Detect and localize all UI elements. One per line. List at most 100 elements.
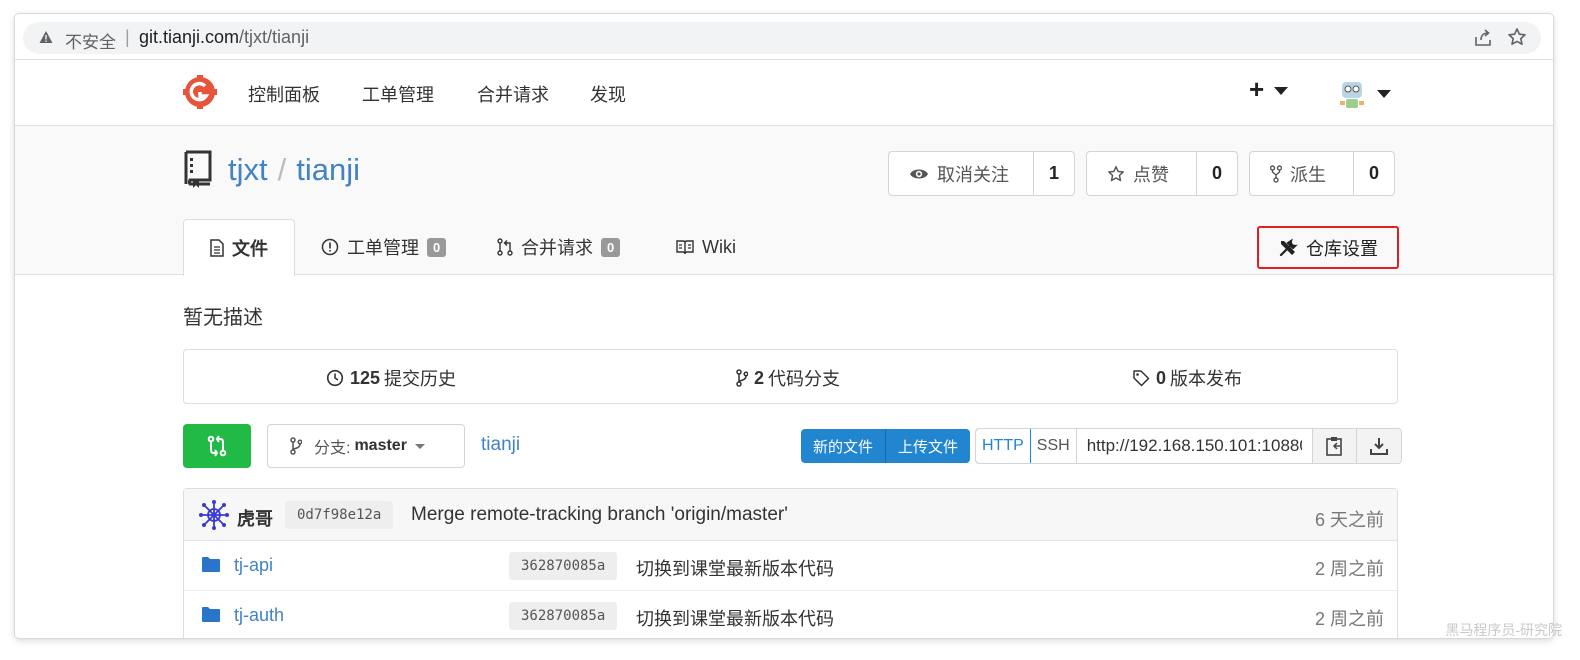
tab-pulls[interactable]: 合并请求 0 bbox=[497, 219, 621, 275]
commits-count: 125 bbox=[350, 367, 381, 388]
clone-url-input[interactable] bbox=[1076, 429, 1313, 463]
tab-repo-settings-label: 仓库设置 bbox=[1306, 238, 1378, 259]
book-icon bbox=[676, 240, 694, 255]
caret-down-icon bbox=[1274, 87, 1289, 96]
nav-issues[interactable]: 工单管理 bbox=[362, 81, 434, 107]
user-menu[interactable] bbox=[1337, 78, 1391, 110]
browser-toolbar: 不安全 | git.tianji.com/tjxt/tianji bbox=[15, 14, 1553, 60]
repo-title: tjxt / tianji bbox=[228, 152, 360, 188]
history-icon bbox=[326, 369, 344, 387]
repo-owner-link[interactable]: tjxt bbox=[228, 152, 268, 187]
tag-icon bbox=[1133, 370, 1150, 387]
ssh-protocol-button[interactable]: SSH bbox=[1031, 429, 1077, 463]
folder-icon bbox=[202, 607, 220, 622]
commits-stat[interactable]: 125 提交历史 bbox=[326, 365, 456, 391]
releases-stat[interactable]: 0 版本发布 bbox=[1132, 365, 1242, 391]
tab-issues[interactable]: 工单管理 0 bbox=[321, 219, 447, 275]
repo-slash: / bbox=[277, 152, 287, 187]
file-toolbar: 分支: master tianji 新的文件 上传文件 HTTP SSH bbox=[183, 424, 1402, 468]
releases-count: 0 bbox=[1156, 367, 1167, 388]
tab-pulls-label: 合并请求 bbox=[521, 238, 593, 258]
nav-explore[interactable]: 发现 bbox=[590, 81, 626, 107]
gogs-logo-icon[interactable] bbox=[183, 75, 217, 109]
caret-down-icon bbox=[414, 443, 425, 449]
download-icon bbox=[1369, 438, 1388, 455]
watch-label: 取消关注 bbox=[937, 164, 1009, 185]
fork-icon bbox=[1270, 164, 1282, 183]
branches-stat[interactable]: 2 代码分支 bbox=[736, 365, 840, 391]
file-commit-message[interactable]: 切换到课堂最新版本代码 bbox=[636, 605, 834, 631]
releases-label: 版本发布 bbox=[1170, 369, 1243, 389]
star-icon bbox=[1108, 165, 1124, 181]
tools-icon bbox=[1279, 237, 1298, 256]
commit-sha[interactable]: 0d7f98e12a bbox=[285, 501, 394, 529]
pulls-count-badge: 0 bbox=[601, 237, 621, 257]
file-commit-age: 2 周之前 bbox=[1314, 609, 1384, 629]
folder-icon bbox=[202, 557, 220, 572]
file-commit-age: 2 周之前 bbox=[1314, 559, 1384, 579]
security-label[interactable]: 不安全 bbox=[65, 28, 116, 53]
tab-files[interactable]: 文件 bbox=[183, 219, 295, 276]
commit-author[interactable]: 虎哥 bbox=[237, 505, 273, 531]
file-name-link[interactable]: tj-auth bbox=[234, 605, 284, 626]
branches-label: 代码分支 bbox=[768, 369, 841, 389]
file-text-icon bbox=[210, 239, 224, 257]
file-list-table: 虎哥 0d7f98e12a Merge remote-tracking bran… bbox=[183, 488, 1398, 638]
file-commit-sha[interactable]: 362870085a bbox=[509, 552, 618, 580]
repo-book-icon bbox=[184, 150, 212, 188]
download-button[interactable] bbox=[1356, 429, 1401, 463]
branches-count: 2 bbox=[754, 367, 765, 388]
new-file-button[interactable]: 新的文件 bbox=[801, 429, 886, 463]
browser-window: 不安全 | git.tianji.com/tjxt/tianji 控制面板 工单… bbox=[15, 14, 1553, 638]
issues-count-badge: 0 bbox=[427, 237, 447, 257]
file-name-link[interactable]: tj-api bbox=[234, 555, 273, 576]
star-button[interactable]: 点赞 bbox=[1087, 152, 1197, 195]
branch-icon bbox=[290, 437, 302, 455]
tab-files-label: 文件 bbox=[232, 239, 268, 259]
branch-name: master bbox=[354, 437, 407, 454]
breadcrumb-repo[interactable]: tianji bbox=[481, 434, 520, 456]
branch-prefix: 分支: bbox=[314, 440, 351, 457]
fork-button[interactable]: 派生 bbox=[1250, 152, 1354, 195]
address-separator: | bbox=[125, 27, 130, 47]
watch-button-group: 取消关注 1 bbox=[888, 151, 1075, 196]
http-protocol-button[interactable]: HTTP bbox=[975, 429, 1031, 463]
watch-button[interactable]: 取消关注 bbox=[889, 152, 1034, 195]
file-action-buttons: 新的文件 上传文件 bbox=[801, 429, 971, 463]
tab-repo-settings[interactable]: 仓库设置 bbox=[1257, 226, 1399, 269]
avatar bbox=[1340, 82, 1364, 108]
fork-count[interactable]: 0 bbox=[1354, 152, 1394, 195]
repo-name-link[interactable]: tianji bbox=[296, 152, 360, 187]
watermark: 黑马程序员-研究院 bbox=[1445, 622, 1562, 638]
tab-wiki[interactable]: Wiki bbox=[676, 219, 736, 275]
commit-message[interactable]: Merge remote-tracking branch 'origin/mas… bbox=[411, 504, 788, 526]
create-new-menu[interactable]: + bbox=[1249, 74, 1289, 105]
branch-icon bbox=[736, 369, 748, 387]
nav-dashboard[interactable]: 控制面板 bbox=[248, 81, 320, 107]
tab-wiki-label: Wiki bbox=[702, 236, 736, 257]
star-count[interactable]: 0 bbox=[1197, 152, 1237, 195]
top-navigation: 控制面板 工单管理 合并请求 发现 + bbox=[15, 60, 1553, 126]
url-path: /tjxt/tianji bbox=[239, 27, 310, 47]
copy-url-button[interactable] bbox=[1312, 429, 1357, 463]
nav-pulls[interactable]: 合并请求 bbox=[477, 81, 549, 107]
watch-count[interactable]: 1 bbox=[1034, 152, 1074, 195]
bookmark-star-icon[interactable] bbox=[1507, 27, 1527, 47]
tab-issues-label: 工单管理 bbox=[347, 238, 419, 258]
fork-label: 派生 bbox=[1290, 164, 1326, 185]
file-commit-message[interactable]: 切换到课堂最新版本代码 bbox=[636, 555, 834, 581]
repo-header: tjxt / tianji 取消关注 1 点赞 0 派生 0 文件 工单管理 0… bbox=[15, 126, 1553, 276]
table-row: tj-api 362870085a 切换到课堂最新版本代码 2 周之前 bbox=[184, 541, 1397, 591]
upload-file-button[interactable]: 上传文件 bbox=[885, 429, 971, 463]
address-bar[interactable]: 不安全 | git.tianji.com/tjxt/tianji bbox=[23, 22, 1541, 54]
branch-dropdown[interactable]: 分支: master bbox=[267, 424, 465, 468]
author-avatar bbox=[199, 500, 229, 530]
url-text[interactable]: git.tianji.com/tjxt/tianji bbox=[139, 27, 309, 48]
commit-age: 6 天之前 bbox=[1314, 510, 1384, 530]
issue-opened-icon bbox=[321, 238, 339, 256]
share-icon[interactable] bbox=[1473, 28, 1493, 48]
compare-button[interactable] bbox=[183, 424, 251, 468]
compare-icon bbox=[207, 435, 227, 457]
file-commit-sha[interactable]: 362870085a bbox=[509, 602, 618, 630]
latest-commit-row: 虎哥 0d7f98e12a Merge remote-tracking bran… bbox=[184, 489, 1397, 541]
